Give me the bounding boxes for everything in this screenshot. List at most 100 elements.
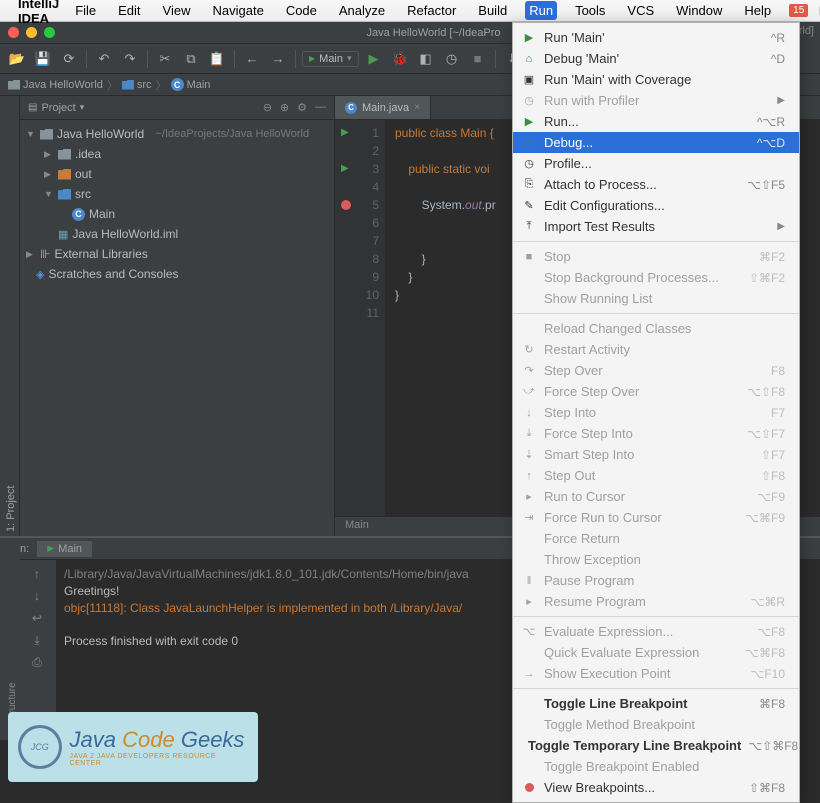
- menu-navigate[interactable]: Navigate: [209, 1, 268, 20]
- crumb-src[interactable]: src: [122, 79, 152, 91]
- debug-button[interactable]: 🐞: [389, 48, 411, 70]
- crumb-main[interactable]: CMain: [171, 78, 211, 91]
- menu-item-edit-configurations[interactable]: ✎Edit Configurations...: [513, 195, 799, 216]
- menu-refactor[interactable]: Refactor: [403, 1, 460, 20]
- menu-item-run-main[interactable]: ▶Run 'Main'^R: [513, 27, 799, 48]
- structure-tab[interactable]: 2: Structure: [5, 540, 20, 740]
- menu-item-toggle-method-breakpoint: Toggle Method Breakpoint: [513, 714, 799, 735]
- menu-item-force-run-to-cursor: ⇥Force Run to Cursor⌥⌘F9: [513, 507, 799, 528]
- close-tab-icon[interactable]: ×: [414, 102, 420, 113]
- run-menu-dropdown: ▶Run 'Main'^R⌂Debug 'Main'^D▣Run 'Main' …: [512, 22, 800, 803]
- window-close-button[interactable]: [8, 27, 19, 38]
- tree-external-libs[interactable]: ▶⊪External Libraries: [20, 244, 334, 264]
- target-icon[interactable]: ⊕: [280, 101, 289, 114]
- paste-icon[interactable]: 📋: [206, 48, 228, 70]
- menu-item-show-execution-point: →Show Execution Point⌥F10: [513, 663, 799, 684]
- redo-icon[interactable]: ↷: [119, 48, 141, 70]
- breakpoint-icon[interactable]: [341, 200, 351, 210]
- copy-icon[interactable]: ⧉: [180, 48, 202, 70]
- hide-icon[interactable]: —: [315, 101, 326, 114]
- menu-item-smart-step-into: ⇣Smart Step Into⇧F7: [513, 444, 799, 465]
- menu-item-profile[interactable]: ◷Profile...: [513, 153, 799, 174]
- menu-item-stop-background-processes: Stop Background Processes...⇧⌘F2: [513, 267, 799, 288]
- menu-help[interactable]: Help: [740, 1, 775, 20]
- scroll-icon[interactable]: ⤓: [26, 630, 48, 650]
- menu-tools[interactable]: Tools: [571, 1, 609, 20]
- menu-item-import-test-results[interactable]: ⤒Import Test Results▶: [513, 216, 799, 237]
- run-button[interactable]: ▶: [363, 48, 385, 70]
- tree-scratches[interactable]: ◈Scratches and Consoles: [20, 264, 334, 284]
- menu-item-attach-to-process[interactable]: ⎘Attach to Process...⌥⇧F5: [513, 174, 799, 195]
- open-icon[interactable]: 📂: [6, 48, 28, 70]
- menu-item-step-into: ↓Step IntoF7: [513, 402, 799, 423]
- app-name[interactable]: IntelliJ IDEA: [18, 0, 59, 26]
- favorites-tab[interactable]: orites: [0, 540, 5, 740]
- run-tab-main[interactable]: ▶Main: [37, 541, 92, 557]
- menu-item-force-step-over: ⤻Force Step Over⌥⇧F8: [513, 381, 799, 402]
- menu-item-toggle-temporary-line-breakpoint[interactable]: Toggle Temporary Line Breakpoint⌥⇧⌘F8: [513, 735, 799, 756]
- menu-window[interactable]: Window: [672, 1, 726, 20]
- menu-item-debug-main[interactable]: ⌂Debug 'Main'^D: [513, 48, 799, 69]
- sync-icon[interactable]: ⟳: [58, 48, 80, 70]
- run-config-selector[interactable]: ▶ Main ▾: [302, 51, 359, 67]
- traffic-lights: [8, 27, 55, 38]
- menu-item-toggle-line-breakpoint[interactable]: Toggle Line Breakpoint⌘F8: [513, 693, 799, 714]
- menu-vcs[interactable]: VCS: [623, 1, 658, 20]
- wrap-icon[interactable]: ↩: [26, 608, 48, 628]
- window-maximize-button[interactable]: [44, 27, 55, 38]
- crumb-project[interactable]: Java HelloWorld: [8, 79, 103, 91]
- menu-file[interactable]: File: [71, 1, 100, 20]
- menu-analyze[interactable]: Analyze: [335, 1, 389, 20]
- menu-item-force-return: Force Return: [513, 528, 799, 549]
- save-icon[interactable]: 💾: [32, 48, 54, 70]
- tree-out[interactable]: ▶out: [20, 164, 334, 184]
- down-icon[interactable]: ↓: [26, 586, 48, 606]
- tree-main-class[interactable]: CMain: [20, 204, 334, 224]
- window-minimize-button[interactable]: [26, 27, 37, 38]
- tree-root[interactable]: ▼Java HelloWorld ~/IdeaProjects/Java Hel…: [20, 124, 334, 144]
- editor-gutter[interactable]: ▶1 2 ▶3 4 5 6 7 8 9 10 11: [335, 120, 385, 516]
- menu-item-restart-activity: ↻Restart Activity: [513, 339, 799, 360]
- left-sidebar-tabs: 1: Project: [0, 96, 20, 536]
- collapse-icon[interactable]: ⊖: [263, 101, 272, 114]
- menu-item-toggle-breakpoint-enabled: Toggle Breakpoint Enabled: [513, 756, 799, 777]
- menu-item-stop: ■Stop⌘F2: [513, 246, 799, 267]
- back-icon[interactable]: ←: [241, 48, 263, 70]
- project-tool-tab[interactable]: 1: Project: [3, 104, 19, 536]
- run-config-label: Main: [319, 53, 343, 65]
- tree-iml[interactable]: ▦Java HelloWorld.iml: [20, 224, 334, 244]
- print-icon[interactable]: ⎙: [26, 652, 48, 672]
- macos-menubar: IntelliJ IDEA File Edit View Navigate Co…: [0, 0, 820, 22]
- profile-button[interactable]: ◷: [441, 48, 463, 70]
- menu-item-reload-changed-classes: Reload Changed Classes: [513, 318, 799, 339]
- menu-item-show-running-list: Show Running List: [513, 288, 799, 309]
- menu-code[interactable]: Code: [282, 1, 321, 20]
- editor-tab-main[interactable]: C Main.java ×: [335, 96, 431, 119]
- menu-item-throw-exception: Throw Exception: [513, 549, 799, 570]
- gear-icon[interactable]: ⚙: [297, 101, 307, 114]
- menu-view[interactable]: View: [159, 1, 195, 20]
- coverage-button[interactable]: ◧: [415, 48, 437, 70]
- watermark-logo: JCG Java Code Geeks JAVA 2 JAVA DEVELOPE…: [8, 712, 258, 782]
- stop-button[interactable]: ■: [467, 48, 489, 70]
- menu-edit[interactable]: Edit: [114, 1, 144, 20]
- tree-src[interactable]: ▼src: [20, 184, 334, 204]
- menu-item-run-with-profiler: ◷Run with Profiler▶: [513, 90, 799, 111]
- up-icon[interactable]: ↑: [26, 564, 48, 584]
- menu-build[interactable]: Build: [474, 1, 511, 20]
- notification-badge[interactable]: 15: [789, 4, 808, 17]
- undo-icon[interactable]: ↶: [93, 48, 115, 70]
- menu-item-step-over: ↷Step OverF8: [513, 360, 799, 381]
- project-panel-title[interactable]: Project: [41, 102, 75, 114]
- menu-item-force-step-into: ⤓Force Step Into⌥⇧F7: [513, 423, 799, 444]
- menu-item-view-breakpoints[interactable]: View Breakpoints...⇧⌘F8: [513, 777, 799, 798]
- menu-item-quick-evaluate-expression: Quick Evaluate Expression⌥⌘F8: [513, 642, 799, 663]
- menu-run[interactable]: Run: [525, 1, 557, 20]
- menu-item-debug[interactable]: ⌂Debug...^⌥D: [513, 132, 799, 153]
- menu-item-resume-program: ▸Resume Program⌥⌘R: [513, 591, 799, 612]
- menu-item-run[interactable]: ▶Run...^⌥R: [513, 111, 799, 132]
- cut-icon[interactable]: ✂: [154, 48, 176, 70]
- tree-idea[interactable]: ▶.idea: [20, 144, 334, 164]
- menu-item-run-main-with-coverage[interactable]: ▣Run 'Main' with Coverage: [513, 69, 799, 90]
- forward-icon[interactable]: →: [267, 48, 289, 70]
